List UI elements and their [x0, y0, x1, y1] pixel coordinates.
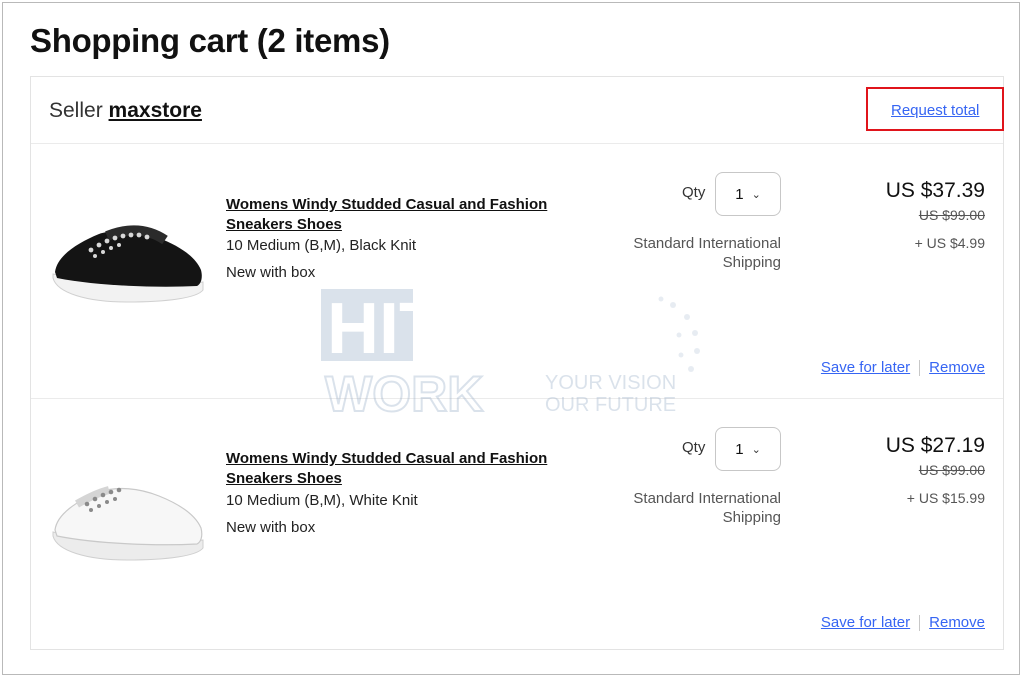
cart-item: Womens Windy Studded Casual and Fashion …	[31, 143, 1003, 399]
item-shipping-cost: + US $15.99	[906, 490, 985, 506]
seller-header: Seller maxstore Request total	[31, 77, 1004, 144]
save-for-later-link[interactable]: Save for later	[821, 614, 910, 631]
item-original-price: US $99.00	[918, 207, 985, 223]
screenshot-frame: Shopping cart (2 items) Seller maxstore …	[2, 2, 1020, 675]
qty-label: Qty	[682, 439, 706, 456]
remove-link[interactable]: Remove	[929, 359, 985, 376]
item-title-link[interactable]: Womens Windy Studded Casual and Fashion …	[226, 449, 576, 489]
qty-value: 1	[735, 185, 744, 203]
item-variant: 10 Medium (B,M), White Knit	[226, 492, 418, 509]
qty-value: 1	[735, 440, 744, 458]
qty-label: Qty	[682, 184, 706, 201]
seller-label-row: Seller maxstore	[49, 99, 202, 123]
qty-select[interactable]: 1 ⌄	[715, 427, 781, 471]
page-title: Shopping cart (2 items)	[30, 22, 390, 59]
seller-cart-card: Seller maxstore Request total Womens Win…	[30, 76, 1004, 650]
seller-name-link[interactable]: maxstore	[109, 99, 202, 122]
item-title-link[interactable]: Womens Windy Studded Casual and Fashion …	[226, 195, 576, 235]
seller-label: Seller	[49, 99, 103, 122]
chevron-down-icon: ⌄	[751, 188, 761, 201]
black-sneaker-image[interactable]	[47, 198, 207, 308]
shipping-method: Standard International Shipping	[633, 490, 781, 526]
action-divider	[919, 359, 921, 376]
item-price: US $27.19	[885, 434, 985, 457]
item-original-price: US $99.00	[918, 462, 985, 478]
cart-item: Womens Windy Studded Casual and Fashion …	[31, 398, 1003, 653]
item-condition: New with box	[226, 264, 316, 281]
save-for-later-link[interactable]: Save for later	[821, 359, 910, 376]
qty-select[interactable]: 1 ⌄	[715, 172, 781, 216]
item-shipping-cost: + US $4.99	[914, 235, 985, 251]
white-sneaker-image[interactable]	[47, 456, 207, 566]
item-condition: New with box	[226, 519, 316, 536]
item-price: US $37.39	[885, 179, 985, 202]
remove-link[interactable]: Remove	[929, 614, 985, 631]
item-actions: Save for later Remove	[821, 359, 985, 376]
item-actions: Save for later Remove	[821, 614, 985, 631]
chevron-down-icon: ⌄	[751, 443, 761, 456]
shipping-method: Standard International Shipping	[633, 235, 781, 271]
item-variant: 10 Medium (B,M), Black Knit	[226, 237, 417, 254]
action-divider	[919, 614, 921, 631]
request-total-link[interactable]: Request total	[891, 102, 979, 119]
